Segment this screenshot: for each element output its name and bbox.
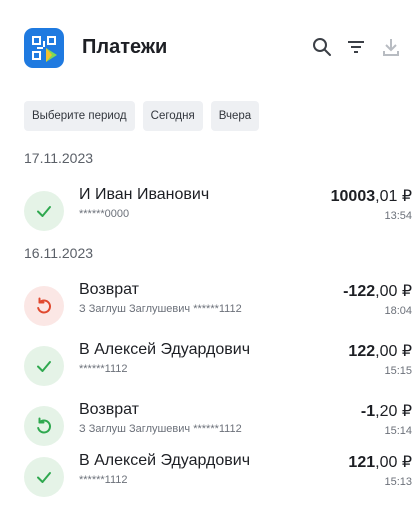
period-chips: Выберите период Сегодня Вчера (24, 101, 260, 131)
transaction-row[interactable]: Возврат З Заглуш Заглушевич ******1112 -… (0, 275, 414, 337)
account-mask: З Заглуш Заглушевич ******1112 (79, 303, 242, 315)
refund-icon (24, 286, 64, 326)
time: 18:04 (384, 305, 412, 317)
app-header: Платежи (0, 0, 414, 90)
time: 13:54 (384, 210, 412, 222)
transaction-row[interactable]: И Иван Иванович ******0000 10003,01 ₽ 13… (0, 180, 414, 242)
chip-select-period[interactable]: Выберите период (24, 101, 135, 131)
filter-icon[interactable] (343, 34, 369, 60)
account-mask: ******0000 (79, 208, 130, 220)
qr-payment-logo-icon (24, 28, 64, 68)
account-mask: ******1112 (79, 474, 128, 486)
amount: -122,00 ₽ (343, 283, 412, 300)
checkmark-icon (24, 457, 64, 497)
amount: 122,00 ₽ (348, 343, 412, 360)
amount: 10003,01 ₽ (330, 188, 412, 205)
refund-done-icon (24, 406, 64, 446)
account-mask: ******1112 (79, 363, 128, 375)
date-header: 17.11.2023 (24, 150, 94, 166)
transaction-title: Возврат (79, 401, 139, 418)
checkmark-icon (24, 346, 64, 386)
page-title: Платежи (82, 36, 168, 58)
time: 15:14 (384, 425, 412, 437)
checkmark-icon (24, 191, 64, 231)
search-icon[interactable] (309, 34, 335, 60)
chip-today[interactable]: Сегодня (142, 101, 203, 131)
amount: -1,20 ₽ (360, 403, 412, 420)
download-icon[interactable] (378, 34, 404, 60)
time: 15:13 (384, 476, 412, 488)
payer-name: В Алексей Эдуардович (79, 452, 251, 469)
payer-name: И Иван Иванович (79, 186, 210, 203)
date-header: 16.11.2023 (24, 245, 94, 261)
transaction-title: Возврат (79, 281, 139, 298)
transaction-row[interactable]: В Алексей Эдуардович ******1112 122,00 ₽… (0, 335, 414, 397)
time: 15:15 (384, 365, 412, 377)
amount: 121,00 ₽ (348, 454, 412, 471)
transaction-row[interactable]: В Алексей Эдуардович ******1112 121,00 ₽… (0, 446, 414, 508)
chip-yesterday[interactable]: Вчера (210, 101, 260, 131)
payer-name: В Алексей Эдуардович (79, 341, 251, 358)
account-mask: З Заглуш Заглушевич ******1112 (79, 423, 242, 435)
